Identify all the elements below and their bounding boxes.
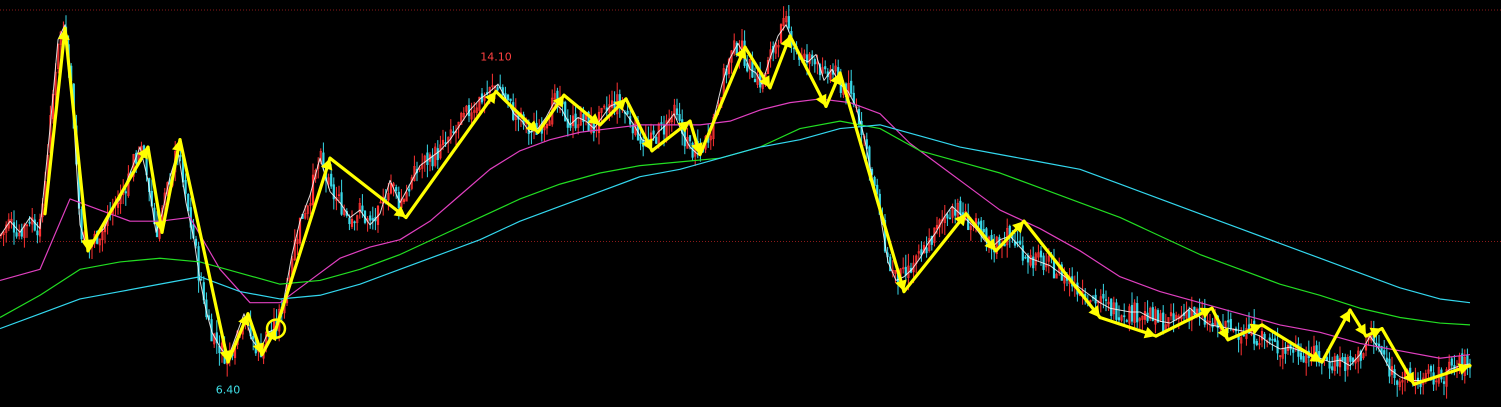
candle-body — [1125, 320, 1128, 322]
candle-body — [1302, 356, 1305, 363]
candle-body — [124, 191, 127, 194]
candle-body — [1331, 366, 1334, 371]
candle-body — [1429, 366, 1433, 372]
candle-body — [850, 80, 853, 94]
candle-body — [369, 215, 372, 221]
candle-body — [408, 188, 411, 192]
candle-body — [1271, 338, 1274, 341]
candle-body — [1284, 348, 1287, 354]
candle-body — [948, 217, 952, 220]
high-price-label: 14.10 — [480, 50, 512, 63]
candle-body — [330, 173, 333, 187]
candle-body — [678, 114, 681, 121]
candle-body — [1172, 313, 1175, 321]
candle-body — [574, 113, 577, 129]
candle-body — [496, 87, 499, 91]
candle-body — [977, 221, 980, 225]
candle-body — [954, 209, 957, 216]
candle-body — [1268, 337, 1271, 341]
candle-body — [12, 222, 16, 233]
candle-body — [1021, 245, 1024, 261]
candle-body — [1344, 357, 1347, 371]
candle-body — [1104, 299, 1108, 301]
candle-body — [1255, 341, 1258, 346]
candle-body — [36, 230, 39, 236]
candle-body — [1349, 355, 1352, 362]
candle-body — [1292, 349, 1295, 353]
candle-body — [1442, 381, 1446, 384]
candle-body — [631, 125, 634, 134]
candle-body — [824, 66, 827, 70]
candle-body — [1328, 361, 1331, 369]
candle-body — [1273, 338, 1277, 342]
candle-body — [813, 59, 816, 65]
candle-body — [348, 217, 351, 225]
candle-body — [751, 61, 754, 78]
candle-body — [1229, 318, 1232, 330]
candle-body — [426, 152, 429, 165]
candle-body — [33, 219, 36, 231]
candle-body — [1396, 380, 1399, 385]
candle-body — [1188, 310, 1191, 319]
candle-body — [626, 110, 629, 115]
candle-body — [675, 108, 679, 116]
candle-body — [1466, 355, 1469, 365]
candle-body — [1193, 306, 1196, 316]
candle-body — [1115, 302, 1118, 320]
candle-body — [80, 209, 83, 240]
candle-body — [1123, 315, 1126, 318]
candle-body — [194, 238, 198, 246]
candle-body — [982, 229, 985, 233]
candle-body — [1263, 333, 1266, 339]
candle-body — [1299, 352, 1303, 360]
candle-body — [959, 200, 962, 215]
candle-body — [1227, 320, 1230, 323]
candle-body — [395, 187, 398, 192]
candle-body — [452, 131, 455, 133]
candle-body — [1325, 357, 1329, 361]
candle-body — [179, 154, 182, 158]
candle-body — [371, 218, 374, 221]
candle-body — [1130, 305, 1134, 322]
stock-chart: 14.106.405.76 — [0, 0, 1501, 407]
candle-body — [1016, 241, 1019, 243]
low-price-label: 6.40 — [216, 384, 241, 397]
candle-body — [184, 179, 187, 194]
candle-body — [1450, 358, 1453, 366]
candle-body — [1383, 350, 1386, 355]
candle-body — [1110, 298, 1113, 316]
candle-body — [564, 101, 567, 122]
candle-body — [1242, 334, 1245, 337]
candle-body — [436, 148, 439, 161]
candle-body — [1019, 240, 1022, 245]
candle-body — [1039, 250, 1043, 258]
candle-body — [28, 221, 31, 224]
candle-body — [252, 336, 255, 340]
candle-body — [946, 214, 949, 219]
candle-body — [509, 98, 512, 101]
candle-body — [1117, 317, 1121, 321]
candle-body — [1136, 303, 1139, 323]
candle-body — [925, 247, 928, 254]
candle-body — [1032, 256, 1035, 269]
candle-body — [15, 232, 18, 237]
candle-body — [1341, 357, 1344, 361]
candle-body — [655, 136, 658, 144]
candle-body — [361, 205, 364, 212]
candle-body — [353, 221, 356, 224]
candle-body — [753, 78, 757, 83]
candle-body — [787, 16, 790, 29]
candle-body — [200, 278, 203, 281]
price-chart-svg: 14.106.405.76 — [0, 0, 1501, 407]
candle-body — [688, 135, 692, 142]
candle-body — [1024, 256, 1027, 259]
candle-body — [506, 94, 510, 100]
candle-body — [660, 122, 663, 124]
candle-body — [1102, 293, 1105, 299]
candle-body — [652, 130, 655, 135]
